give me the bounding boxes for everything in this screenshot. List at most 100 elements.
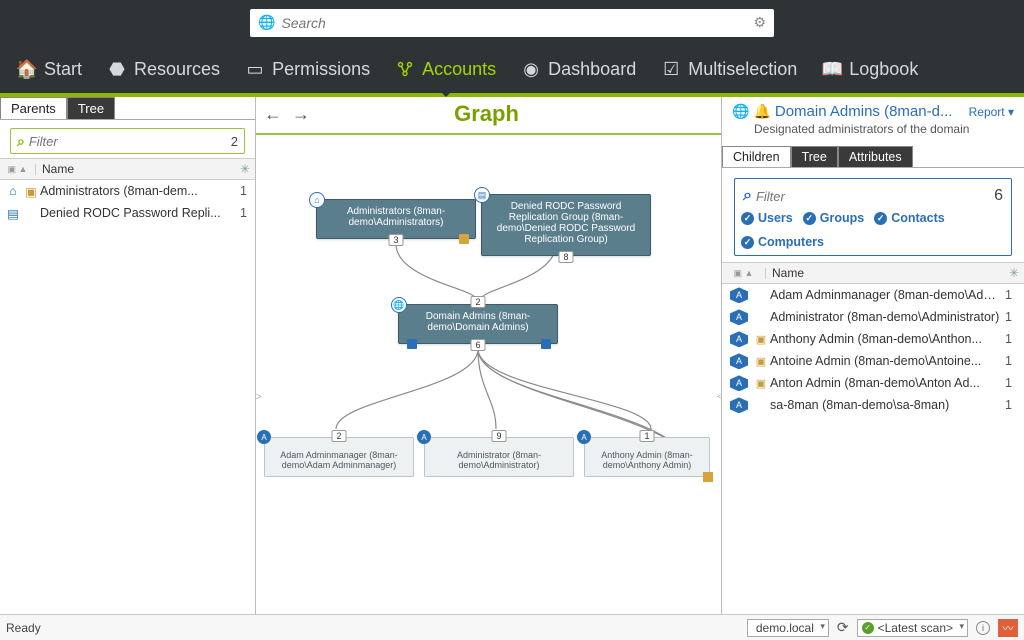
- nav-logbook[interactable]: 📖 Logbook: [823, 45, 918, 93]
- nav-label: Resources: [134, 59, 220, 80]
- chip-contacts[interactable]: ✓Contacts: [874, 211, 944, 225]
- search-input[interactable]: [281, 15, 753, 31]
- tab-tree-left[interactable]: Tree: [67, 97, 115, 119]
- nav-label: Dashboard: [548, 59, 636, 80]
- scan-selector[interactable]: ✓ <Latest scan>: [857, 619, 968, 637]
- accounts-icon: [396, 60, 414, 78]
- bell-icon: 🔔: [753, 103, 770, 120]
- forward-arrow-icon[interactable]: →: [292, 104, 310, 125]
- refresh-icon[interactable]: ⟳: [837, 619, 849, 636]
- row-label: Antoine Admin (8man-demo\Antoine...: [770, 354, 1000, 368]
- sort-indicator-icon[interactable]: ▣ ▲: [722, 268, 766, 279]
- nav-start[interactable]: 🏠 Start: [18, 45, 82, 93]
- user-icon: A: [730, 353, 748, 369]
- graph-node-denied-rodc[interactable]: ▤ Denied RODC Password Replication Group…: [481, 194, 651, 256]
- child-row[interactable]: A sa-8man (8man-demo\sa-8man) 1: [722, 394, 1024, 416]
- chip-computers[interactable]: ✓Computers: [741, 235, 824, 249]
- chip-groups[interactable]: ✓Groups: [803, 211, 864, 225]
- children-panel: 🌐 🔔 Domain Admins (8man-d... Report ▾ De…: [722, 97, 1024, 614]
- child-row[interactable]: A Administrator (8man-demo\Administrator…: [722, 306, 1024, 328]
- child-row[interactable]: A ▣ Antoine Admin (8man-demo\Antoine... …: [722, 350, 1024, 372]
- splitter-left[interactable]: ▷: [256, 377, 260, 417]
- nav-dashboard[interactable]: ◉ Dashboard: [522, 45, 636, 93]
- parent-row-denied-rodc[interactable]: ▤ Denied RODC Password Repli... 1: [0, 202, 255, 224]
- check-icon: ✓: [803, 212, 816, 225]
- folder-icon: ▣: [754, 333, 768, 346]
- nav-resources[interactable]: ⬣ Resources: [108, 45, 220, 93]
- splitter-right[interactable]: ◁: [717, 377, 721, 417]
- bug-icon[interactable]: ✳: [235, 162, 255, 176]
- header-icons: 🌐 🔔: [732, 103, 771, 120]
- node-badge-bottom: 6: [470, 339, 485, 351]
- left-filter-count: 2: [231, 134, 238, 149]
- row-count: 1: [235, 184, 251, 198]
- left-filter-input[interactable]: [29, 134, 231, 149]
- user-icon: A: [730, 397, 748, 413]
- global-search[interactable]: 🌐 ⚙: [250, 9, 774, 37]
- graph-node-anthony[interactable]: A 1 Anthony Admin (8man-demo\Anthony Adm…: [584, 437, 710, 477]
- nav-multiselection[interactable]: ☑ Multiselection: [662, 45, 797, 93]
- graph-node-administrators[interactable]: ⌂ Administrators (8man-demo\Administrato…: [316, 199, 476, 239]
- left-column-header: ▣ ▲ Name ✳: [0, 158, 255, 180]
- chip-users[interactable]: ✓Users: [741, 211, 793, 225]
- tab-children[interactable]: Children: [722, 146, 791, 167]
- folder-icon: ▣: [754, 355, 768, 368]
- graph-canvas[interactable]: ⌂ Administrators (8man-demo\Administrato…: [256, 139, 721, 614]
- right-filter-input[interactable]: [756, 189, 994, 204]
- home-icon: 🏠: [18, 60, 36, 78]
- column-name[interactable]: Name: [766, 266, 1004, 280]
- health-icon[interactable]: 〰: [998, 619, 1018, 637]
- globe-icon: 🌐: [258, 14, 275, 31]
- children-list: A Adam Adminmanager (8man-demo\Ada... 1 …: [722, 284, 1024, 614]
- node-label: Administrator (8man-demo\Administrator): [457, 450, 541, 470]
- row-count: 1: [1000, 398, 1016, 412]
- row-count: 1: [1000, 354, 1016, 368]
- report-dropdown[interactable]: Report ▾: [969, 105, 1014, 119]
- row-label: Adam Adminmanager (8man-demo\Ada...: [770, 288, 1000, 302]
- left-filter[interactable]: ⌕ 2: [10, 128, 245, 154]
- scan-label: <Latest scan>: [878, 621, 953, 635]
- back-arrow-icon[interactable]: ←: [264, 104, 282, 125]
- nav-label: Logbook: [849, 59, 918, 80]
- nav-accounts[interactable]: Accounts: [396, 45, 496, 93]
- nav-label: Start: [44, 59, 82, 80]
- child-row[interactable]: A ▣ Anthony Admin (8man-demo\Anthon... 1: [722, 328, 1024, 350]
- tab-tree-right[interactable]: Tree: [791, 146, 838, 167]
- status-ok-icon: ✓: [862, 622, 874, 634]
- sort-indicator-icon[interactable]: ▣ ▲: [0, 164, 36, 175]
- graph-panel: ← → Graph ⌂ Administrators (8man-demo\Ad…: [256, 97, 722, 614]
- nav-permissions[interactable]: ▭ Permissions: [246, 45, 370, 93]
- tab-parents[interactable]: Parents: [0, 97, 67, 119]
- dashboard-icon: ◉: [522, 60, 540, 78]
- graph-node-adam[interactable]: A 2 Adam Adminmanager (8man-demo\Adam Ad…: [264, 437, 414, 477]
- tab-attributes[interactable]: Attributes: [838, 146, 913, 167]
- nav-label: Accounts: [422, 59, 496, 80]
- home-icon: ⌂: [309, 192, 325, 208]
- check-icon: ✓: [874, 212, 887, 225]
- node-badge: 1: [639, 430, 654, 442]
- node-decor-icon: [541, 339, 551, 349]
- graph-node-administrator[interactable]: A 9 Administrator (8man-demo\Administrat…: [424, 437, 574, 477]
- right-filter-count: 6: [994, 187, 1003, 205]
- logbook-icon: 📖: [823, 60, 841, 78]
- user-icon: A: [417, 430, 431, 444]
- info-icon[interactable]: i: [976, 621, 990, 635]
- row-label: Denied RODC Password Repli...: [40, 206, 235, 220]
- row-count: 1: [1000, 332, 1016, 346]
- right-header: 🌐 🔔 Domain Admins (8man-d... Report ▾ De…: [722, 97, 1024, 140]
- node-label: Adam Adminmanager (8man-demo\Adam Adminm…: [280, 450, 398, 470]
- folder-icon: ▣: [754, 377, 768, 390]
- domain-selector[interactable]: demo.local: [747, 619, 829, 637]
- main-nav: 🏠 Start ⬣ Resources ▭ Permissions Accoun…: [0, 45, 1024, 97]
- bug-icon[interactable]: ✳: [1004, 266, 1024, 280]
- user-icon: A: [730, 375, 748, 391]
- child-row[interactable]: A ▣ Anton Admin (8man-demo\Anton Ad... 1: [722, 372, 1024, 394]
- parent-row-administrators[interactable]: ⌂ ▣ Administrators (8man-dem... 1: [0, 180, 255, 202]
- group-icon: ▤: [474, 187, 490, 203]
- nav-arrows: ← →: [264, 104, 310, 125]
- gear-icon[interactable]: ⚙: [753, 14, 766, 31]
- column-name[interactable]: Name: [36, 162, 235, 176]
- node-decor-icon: [703, 472, 713, 482]
- graph-node-domain-admins[interactable]: 🌐 2 Domain Admins (8man-demo\Domain Admi…: [398, 304, 558, 344]
- child-row[interactable]: A Adam Adminmanager (8man-demo\Ada... 1: [722, 284, 1024, 306]
